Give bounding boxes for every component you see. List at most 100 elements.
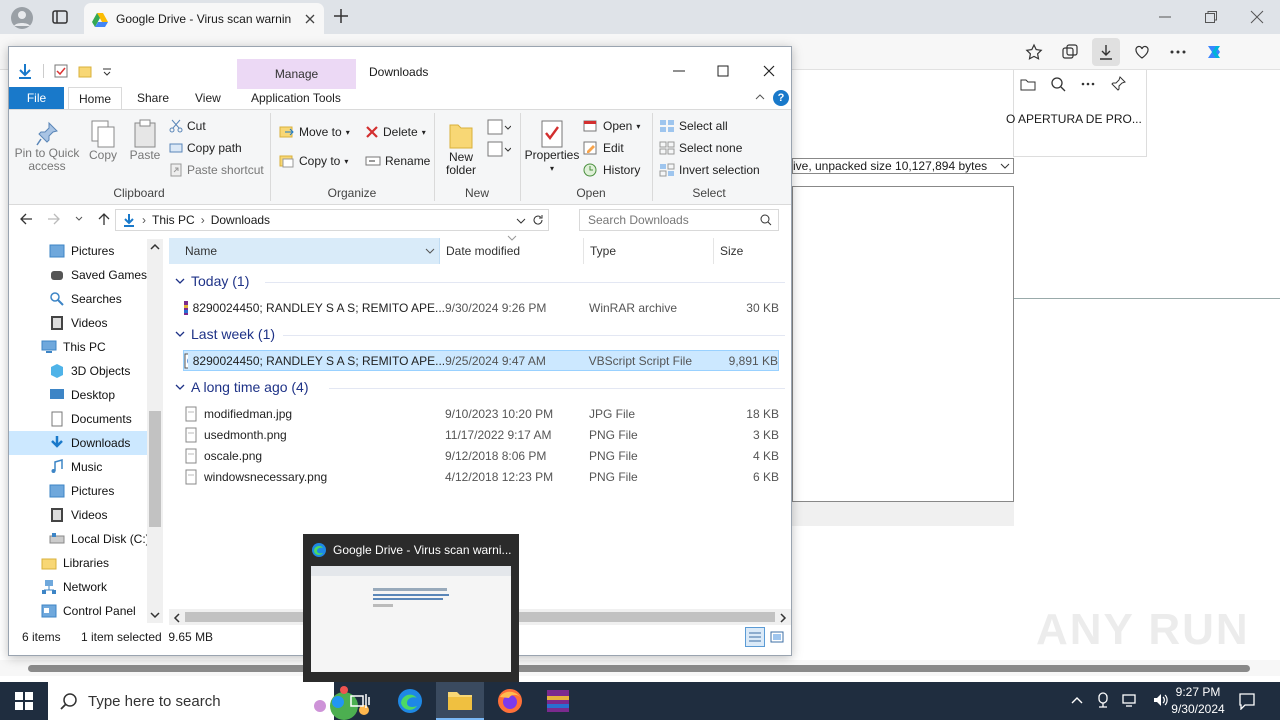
maximize-icon[interactable] bbox=[717, 65, 729, 77]
system-clock[interactable]: 9:27 PM 9/30/2024 bbox=[1160, 684, 1236, 718]
new-folder-button[interactable]: New folder bbox=[439, 119, 483, 177]
new-tab-icon[interactable] bbox=[332, 7, 350, 25]
nav-videos-2[interactable]: Videos bbox=[9, 503, 147, 527]
open-button[interactable]: Open ▾ bbox=[583, 119, 640, 133]
restore-browser-icon[interactable] bbox=[1204, 10, 1218, 24]
pin-quick-access-button[interactable]: Pin to Quick access bbox=[13, 121, 81, 173]
nav-music[interactable]: Music bbox=[9, 455, 147, 479]
nav-pictures-2[interactable]: Pictures bbox=[9, 479, 147, 503]
scroll-right-icon[interactable] bbox=[779, 613, 787, 623]
tab-share[interactable]: Share bbox=[127, 87, 179, 109]
up-icon[interactable] bbox=[97, 212, 111, 226]
tab-file[interactable]: File bbox=[9, 87, 64, 109]
group-long-ago[interactable]: A long time ago (4) bbox=[175, 379, 309, 395]
details-view-icon[interactable] bbox=[745, 627, 765, 647]
group-last-week[interactable]: Last week (1) bbox=[175, 326, 275, 342]
customize-qat-icon[interactable] bbox=[102, 66, 112, 76]
more-options-icon[interactable] bbox=[1164, 38, 1192, 66]
properties-button[interactable]: Properties ▾ bbox=[523, 119, 581, 175]
nav-local-disk[interactable]: Local Disk (C:) bbox=[9, 527, 150, 551]
tab-actions-icon[interactable] bbox=[50, 7, 70, 27]
address-bar[interactable]: › This PC › Downloads bbox=[115, 209, 549, 231]
refresh-icon[interactable] bbox=[532, 214, 544, 226]
file-row-selected[interactable]: 8290024450; RANDLEY S A S; REMITO APE...… bbox=[183, 350, 779, 371]
help-icon[interactable]: ? bbox=[773, 90, 789, 106]
nav-pictures[interactable]: Pictures bbox=[9, 239, 147, 263]
rename-button[interactable]: Rename bbox=[365, 154, 430, 168]
profile-icon[interactable] bbox=[10, 6, 34, 30]
meet-now-icon[interactable] bbox=[1096, 692, 1110, 708]
more-icon[interactable] bbox=[1080, 76, 1096, 92]
new-item-icon[interactable] bbox=[487, 119, 511, 135]
file-row[interactable]: oscale.png 9/12/2018 8:06 PM PNG File 4 … bbox=[183, 445, 779, 466]
manage-contextual-tab[interactable]: Manage bbox=[237, 59, 356, 89]
column-type[interactable]: Type bbox=[590, 238, 714, 264]
collapse-ribbon-icon[interactable] bbox=[755, 93, 765, 101]
taskbar-thumbnail-preview[interactable]: Google Drive - Virus scan warni... bbox=[303, 534, 519, 682]
file-row[interactable]: windowsnecessary.png 4/12/2018 12:23 PM … bbox=[183, 466, 779, 487]
taskbar-firefox[interactable] bbox=[486, 682, 534, 720]
search-box[interactable]: Search Downloads bbox=[579, 209, 779, 231]
nav-control-panel[interactable]: Control Panel bbox=[9, 599, 147, 623]
invert-selection-button[interactable]: Invert selection bbox=[659, 163, 760, 177]
copilot-icon[interactable] bbox=[1200, 38, 1228, 66]
group-today[interactable]: Today (1) bbox=[175, 273, 249, 289]
copy-to-button[interactable]: Copy to ▾ bbox=[279, 154, 348, 168]
tab-view[interactable]: View bbox=[185, 87, 231, 109]
close-icon[interactable] bbox=[763, 65, 775, 77]
forward-icon[interactable] bbox=[47, 212, 61, 226]
downloads-icon[interactable] bbox=[1092, 38, 1120, 66]
nav-scrollbar[interactable] bbox=[147, 239, 163, 623]
select-none-button[interactable]: Select none bbox=[659, 141, 742, 155]
archive-info-select[interactable]: ive, unpacked size 10,127,894 bytes bbox=[792, 158, 1014, 174]
favorites-icon[interactable] bbox=[1020, 38, 1048, 66]
browser-essentials-icon[interactable] bbox=[1128, 38, 1156, 66]
new-folder-icon[interactable] bbox=[78, 64, 92, 78]
notifications-icon[interactable] bbox=[1238, 692, 1256, 710]
minimize-browser-icon[interactable] bbox=[1158, 10, 1172, 24]
downloads-arrow-icon[interactable] bbox=[17, 63, 33, 79]
nav-3d-objects[interactable]: 3D Objects bbox=[9, 359, 147, 383]
minimize-icon[interactable] bbox=[673, 65, 685, 77]
column-date-modified[interactable]: Date modified bbox=[446, 238, 584, 264]
network-icon[interactable] bbox=[1122, 692, 1140, 708]
nav-libraries[interactable]: Libraries bbox=[9, 551, 147, 575]
taskbar-search-box[interactable]: Type here to search bbox=[48, 682, 369, 720]
file-row[interactable]: 8290024450; RANDLEY S A S; REMITO APE...… bbox=[183, 297, 779, 318]
taskbar-edge[interactable] bbox=[386, 682, 434, 720]
nav-searches[interactable]: Searches bbox=[9, 287, 147, 311]
nav-network[interactable]: Network bbox=[9, 575, 147, 599]
breadcrumb-this-pc[interactable]: This PC bbox=[152, 213, 195, 227]
nav-saved-games[interactable]: Saved Games bbox=[9, 263, 147, 287]
copy-path-button[interactable]: Copy path bbox=[169, 141, 242, 155]
scroll-left-icon[interactable] bbox=[173, 613, 181, 623]
column-name[interactable]: Name bbox=[169, 238, 440, 264]
cut-button[interactable]: Cut bbox=[169, 119, 206, 133]
close-browser-icon[interactable] bbox=[1250, 10, 1264, 24]
pin-icon[interactable] bbox=[1110, 76, 1126, 92]
nav-this-pc[interactable]: This PC bbox=[9, 335, 147, 359]
edit-button[interactable]: Edit bbox=[583, 141, 624, 155]
properties-icon[interactable] bbox=[54, 64, 68, 78]
file-row[interactable]: usedmonth.png 11/17/2022 9:17 AM PNG Fil… bbox=[183, 424, 779, 445]
dialog-text-area[interactable] bbox=[792, 186, 1014, 502]
recent-locations-icon[interactable] bbox=[75, 215, 83, 223]
file-row[interactable]: modifiedman.jpg 9/10/2023 10:20 PM JPG F… bbox=[183, 403, 779, 424]
large-icons-view-icon[interactable] bbox=[769, 629, 785, 645]
start-button[interactable] bbox=[0, 682, 48, 720]
nav-documents[interactable]: Documents bbox=[9, 407, 147, 431]
column-dropdown-icon[interactable] bbox=[425, 247, 435, 255]
column-size[interactable]: Size bbox=[720, 238, 786, 264]
scrollbar-thumb[interactable] bbox=[28, 665, 1250, 672]
paste-shortcut-button[interactable]: Paste shortcut bbox=[169, 163, 264, 177]
select-all-button[interactable]: Select all bbox=[659, 119, 728, 133]
tab-application-tools[interactable]: Application Tools bbox=[241, 87, 351, 109]
task-view-button[interactable] bbox=[336, 682, 384, 720]
delete-button[interactable]: Delete ▾ bbox=[365, 125, 426, 139]
nav-scrollbar-thumb[interactable] bbox=[149, 411, 161, 527]
easy-access-icon[interactable] bbox=[487, 141, 511, 157]
download-item-text[interactable]: O APERTURA DE PRO... bbox=[1006, 112, 1142, 126]
nav-videos[interactable]: Videos bbox=[9, 311, 147, 335]
nav-downloads[interactable]: Downloads bbox=[9, 431, 147, 455]
show-hidden-icons-chevron-icon[interactable] bbox=[1070, 693, 1084, 707]
